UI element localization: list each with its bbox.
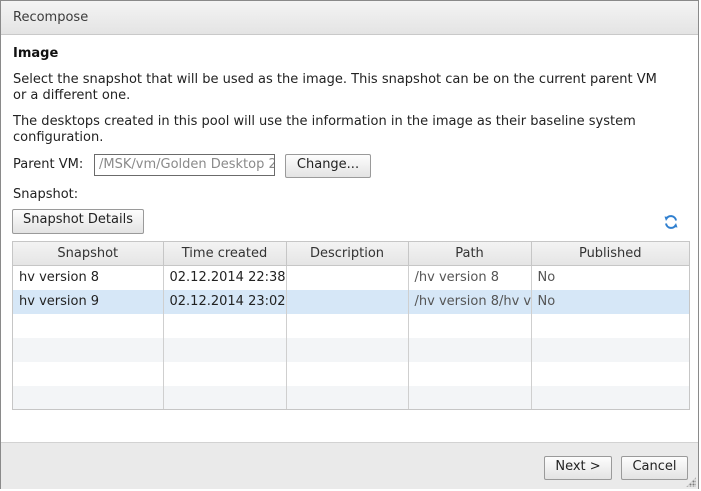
snapshot-details-button[interactable]: Snapshot Details bbox=[12, 209, 144, 234]
column-header-path[interactable]: Path bbox=[408, 242, 532, 266]
snapshot-label: Snapshot: bbox=[13, 187, 79, 202]
cell-description bbox=[286, 265, 409, 290]
column-header-description[interactable]: Description bbox=[286, 242, 409, 266]
empty-row bbox=[13, 313, 689, 338]
dialog-title: Recompose bbox=[13, 10, 89, 25]
cell-path: /hv version 8 bbox=[408, 265, 532, 290]
next-button[interactable]: Next > bbox=[544, 456, 612, 480]
baseline-description: The desktops created in this pool will u… bbox=[13, 114, 636, 145]
empty-row bbox=[13, 385, 689, 409]
change-parent-vm-button[interactable]: Change... bbox=[285, 154, 371, 178]
cell-snapshot: hv version 8 bbox=[13, 265, 164, 290]
recompose-dialog: Recompose Image Select the snapshot that… bbox=[0, 0, 699, 489]
table-row-selected[interactable]: hv version 9 02.12.2014 23:02 /hv versio… bbox=[13, 289, 689, 314]
section-heading: Image bbox=[13, 46, 59, 61]
column-header-snapshot[interactable]: Snapshot bbox=[13, 242, 164, 266]
cell-path: /hv version 8/hv ve bbox=[408, 289, 532, 314]
cell-description bbox=[286, 289, 409, 314]
cell-time-created: 02.12.2014 23:02 bbox=[163, 289, 287, 314]
image-description: Select the snapshot that will be used as… bbox=[13, 72, 657, 103]
cell-snapshot: hv version 9 bbox=[13, 289, 164, 314]
column-header-time-created[interactable]: Time created bbox=[163, 242, 287, 266]
parent-vm-field[interactable]: /MSK/vm/Golden Desktop 2 bbox=[94, 154, 275, 176]
table-row[interactable]: hv version 8 02.12.2014 22:38 /hv versio… bbox=[13, 265, 689, 290]
grid-header-row: Snapshot Time created Description Path P… bbox=[13, 242, 689, 266]
cell-published: No bbox=[531, 265, 689, 290]
refresh-icon[interactable] bbox=[663, 214, 679, 230]
cell-time-created: 02.12.2014 22:38 bbox=[163, 265, 287, 290]
empty-row bbox=[13, 361, 689, 386]
column-header-published[interactable]: Published bbox=[531, 242, 689, 266]
parent-vm-label: Parent VM: bbox=[13, 157, 84, 172]
snapshot-grid: Snapshot Time created Description Path P… bbox=[12, 241, 690, 410]
cell-published: No bbox=[531, 289, 689, 314]
dialog-titlebar[interactable]: Recompose bbox=[1, 1, 698, 35]
dialog-footer: Next > Cancel bbox=[1, 442, 698, 489]
cancel-button[interactable]: Cancel bbox=[621, 456, 688, 480]
empty-row bbox=[13, 337, 689, 362]
